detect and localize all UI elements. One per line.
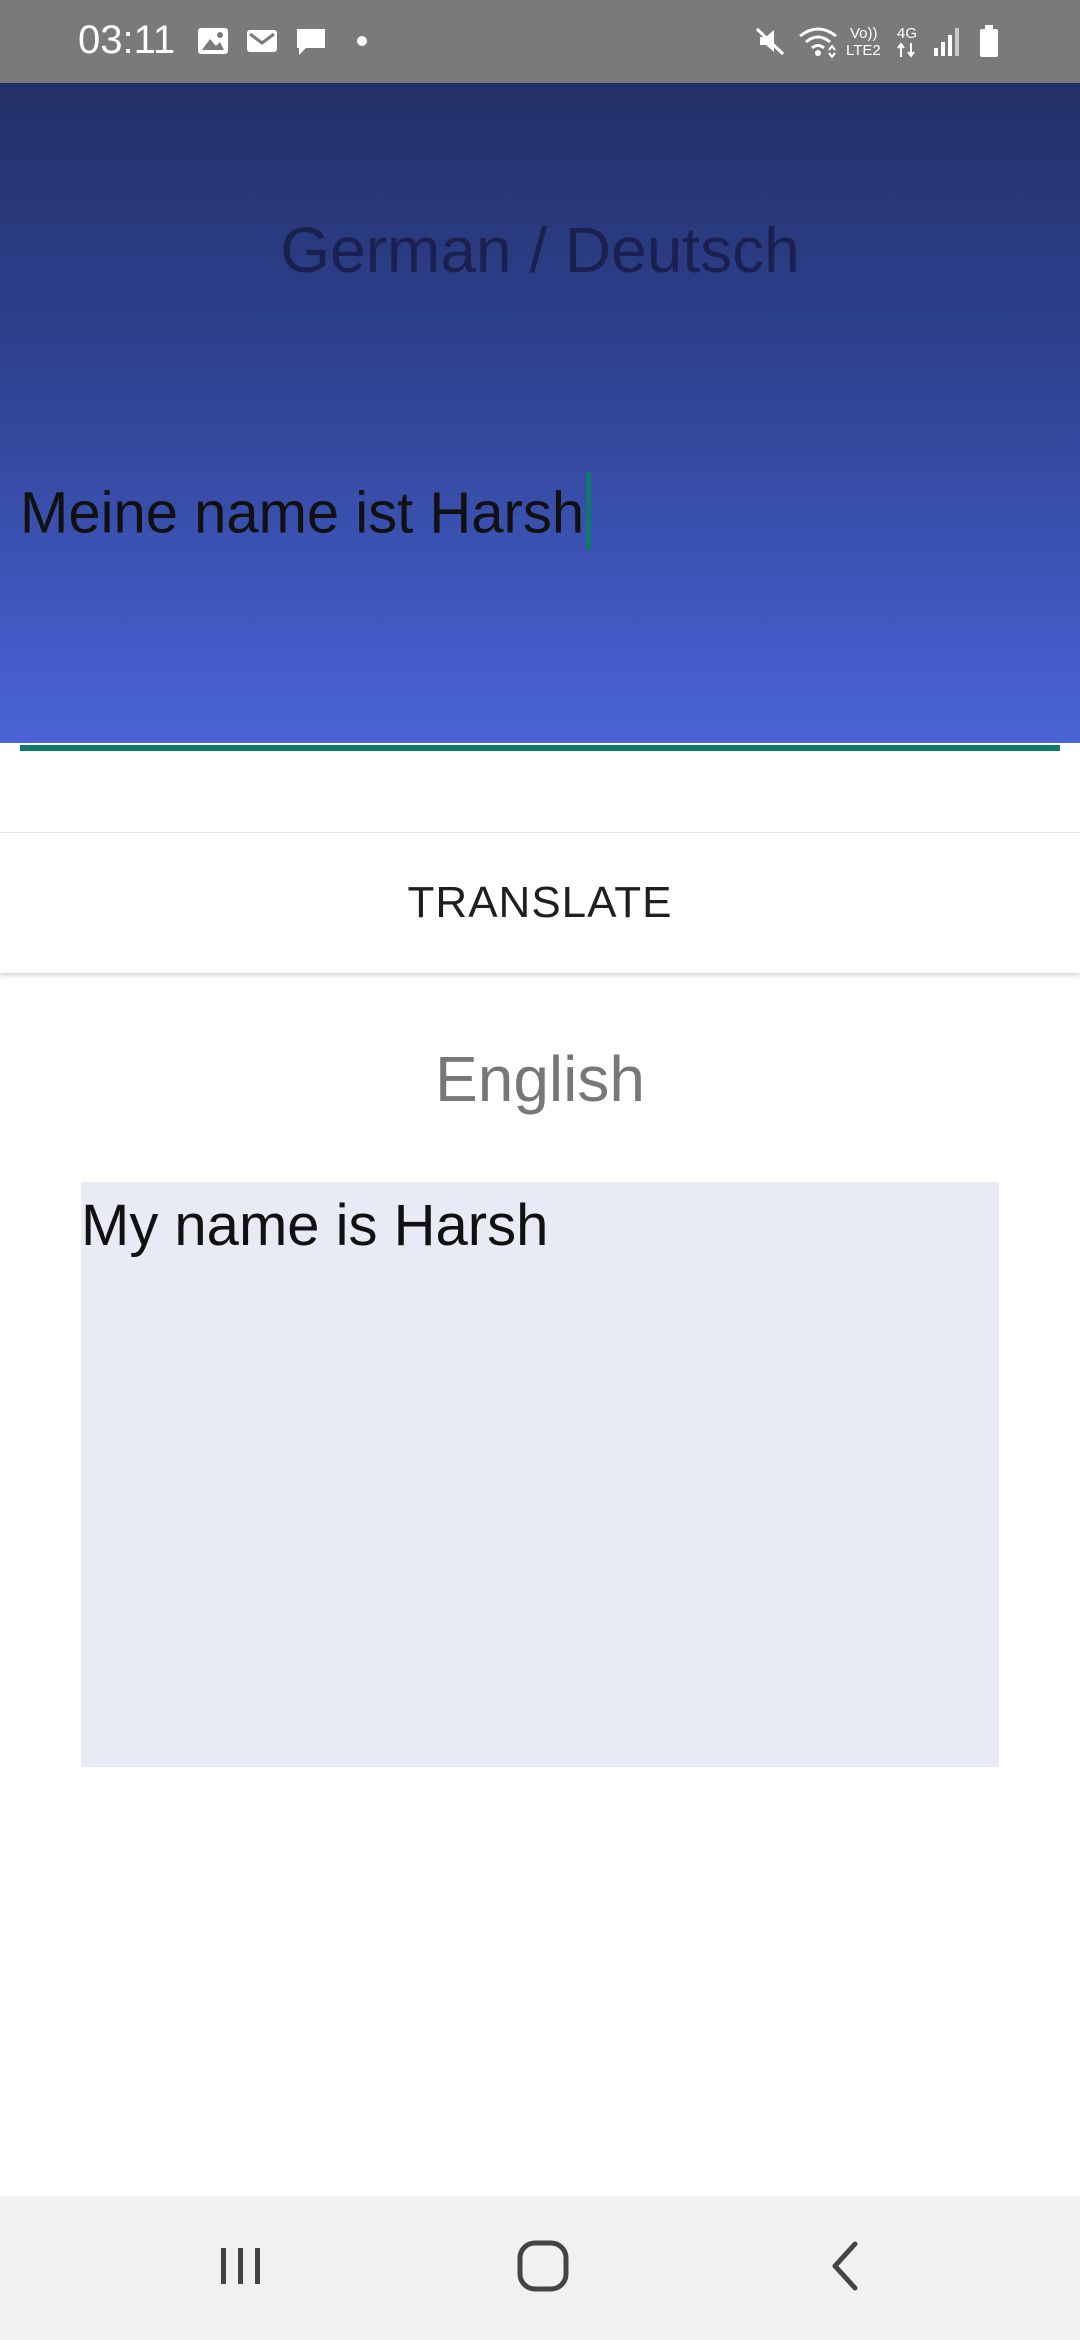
volte-label-bottom: LTE2 <box>846 42 881 59</box>
dot-icon <box>355 24 369 58</box>
text-caret <box>586 472 592 550</box>
input-underline <box>20 745 1060 751</box>
translate-button[interactable]: TRANSLATE <box>0 832 1080 973</box>
battery-icon <box>978 24 1000 58</box>
translation-output-box: My name is Harsh <box>81 1182 999 1767</box>
target-language-title: English <box>435 1043 645 1115</box>
home-icon <box>516 2239 570 2298</box>
network-type-label: 4G <box>897 25 918 42</box>
source-panel: German / Deutsch <box>0 83 1080 743</box>
message-icon <box>294 24 328 58</box>
home-button[interactable] <box>463 2196 623 2340</box>
source-input-value: Meine name ist Harsh <box>20 480 585 546</box>
status-time: 03:11 <box>78 18 176 62</box>
source-text-input[interactable]: Meine name ist Harsh <box>20 472 592 556</box>
back-button[interactable] <box>765 2196 925 2340</box>
volte-label-top: Vo)) <box>850 25 878 42</box>
image-icon <box>196 24 230 58</box>
recent-apps-icon <box>216 2241 266 2296</box>
status-bar: 03:11 Vo)) LTE2 4G <box>0 0 1080 83</box>
navigation-bar <box>0 2196 1080 2340</box>
back-icon <box>825 2239 865 2298</box>
signal-icon <box>932 24 962 58</box>
wifi-icon <box>798 24 838 59</box>
translation-output-text: My name is Harsh <box>81 1193 549 1258</box>
gmail-icon <box>245 24 279 58</box>
mute-icon <box>752 24 788 58</box>
recent-apps-button[interactable] <box>161 2196 321 2340</box>
source-language-title: German / Deutsch <box>280 214 800 286</box>
app-screen: 03:11 Vo)) LTE2 4G German / Deutsch Mein… <box>0 0 1080 2340</box>
4g-arrows-icon <box>896 42 920 58</box>
